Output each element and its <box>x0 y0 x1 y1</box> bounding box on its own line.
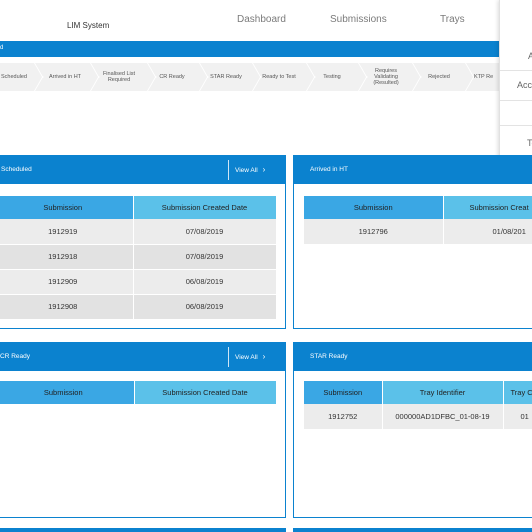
created-date-cell: 06/08/2019 <box>133 294 277 320</box>
view-all-button[interactable]: View All › <box>228 160 265 180</box>
cr-ready-panel: CR Ready View All › Submission Submission… <box>0 342 286 518</box>
star-ready-table: Submission Tray Identifier Tray C 191275… <box>304 381 532 430</box>
table-row[interactable]: 1912919 07/08/2019 <box>0 219 277 245</box>
column-header-submission[interactable]: Submission <box>0 381 135 404</box>
submission-cell[interactable]: 1912909 <box>0 269 134 295</box>
table-row[interactable]: 1912918 07/08/2019 <box>0 244 277 270</box>
view-all-label: View All <box>235 167 258 174</box>
dropdown-item[interactable]: Acc <box>517 80 532 90</box>
view-all-button[interactable]: View All › <box>228 347 265 367</box>
step-cr-ready[interactable]: CR Ready <box>153 63 191 91</box>
scheduled-table: Submission Submission Created Date 19129… <box>0 196 277 320</box>
column-header-created-date[interactable]: Submission Creat <box>443 196 532 219</box>
column-header-created-date[interactable]: Submission Created Date <box>134 381 277 404</box>
created-date-cell: 06/08/2019 <box>133 269 277 295</box>
table-row[interactable]: 1912796 01/08/201 <box>304 219 532 245</box>
top-navigation: LIM System Dashboard Submissions Trays <box>0 0 532 41</box>
dropdown-item[interactable]: A <box>528 51 532 61</box>
created-date-cell: 07/08/2019 <box>133 244 277 270</box>
step-requires-validating[interactable]: Requires Validating (Resulted) <box>364 63 408 91</box>
step-scheduled[interactable]: Scheduled <box>0 63 32 91</box>
table-header-row: Submission Submission Created Date <box>0 381 277 404</box>
panel-header: CR Ready View All › <box>0 343 285 371</box>
dropdown-item[interactable]: Te <box>527 138 532 148</box>
panel-title: Arrived in HT <box>310 166 348 173</box>
nav-submissions[interactable]: Submissions <box>330 14 387 25</box>
tray-identifier-cell: 000000AD1DFBC_01-08-19 <box>382 404 504 430</box>
lim-dashboard-page: LIM System Dashboard Submissions Trays d… <box>0 0 532 532</box>
panel-title: Scheduled <box>1 166 32 173</box>
table-header-row: Submission Submission Creat <box>304 196 532 219</box>
step-star-ready[interactable]: STAR Ready <box>204 63 248 91</box>
dropdown-divider <box>500 100 532 101</box>
cr-ready-table: Submission Submission Created Date <box>0 381 277 404</box>
step-testing[interactable]: Testing <box>312 63 352 91</box>
step-arrived-in-ht[interactable]: Arrived in HT <box>42 63 88 91</box>
submission-cell[interactable]: 1912752 <box>304 404 383 430</box>
table-row[interactable]: 1912908 06/08/2019 <box>0 294 277 320</box>
table-row[interactable]: 1912909 06/08/2019 <box>0 269 277 295</box>
step-finalised-list-required[interactable]: Finalised List Required <box>98 63 140 91</box>
arrived-in-ht-panel: Arrived in HT Submission Submission Crea… <box>293 155 532 329</box>
created-date-cell: 01/08/201 <box>443 219 532 245</box>
column-header-tray[interactable]: Tray C <box>503 381 532 404</box>
dropdown-divider <box>500 125 532 126</box>
next-panel-header <box>293 528 532 532</box>
table-row[interactable]: 1912752 000000AD1DFBC_01-08-19 01 <box>304 404 532 430</box>
nav-trays[interactable]: Trays <box>440 14 465 25</box>
submission-cell[interactable]: 1912919 <box>0 219 134 245</box>
panel-title: STAR Ready <box>310 353 348 360</box>
app-title[interactable]: LIM System <box>67 21 109 30</box>
panel-title: CR Ready <box>0 353 30 360</box>
column-header-submission[interactable]: Submission <box>304 381 383 404</box>
chevron-right-icon: › <box>262 352 266 361</box>
column-header-submission[interactable]: Submission <box>304 196 444 219</box>
arrived-table: Submission Submission Creat 1912796 01/0… <box>304 196 532 245</box>
user-dropdown-menu: A Acc Te <box>499 0 532 158</box>
column-header-created-date[interactable]: Submission Created Date <box>133 196 277 219</box>
submission-cell[interactable]: 1912796 <box>304 219 444 245</box>
step-divider <box>90 63 98 91</box>
table-header-row: Submission Tray Identifier Tray C <box>304 381 532 404</box>
step-rejected[interactable]: Rejected <box>418 63 460 91</box>
page-banner: d <box>0 41 532 57</box>
column-header-tray-identifier[interactable]: Tray Identifier <box>382 381 504 404</box>
panel-header: STAR Ready <box>294 343 532 371</box>
panel-header: Arrived in HT <box>294 156 532 184</box>
page-banner-label: d <box>0 45 4 51</box>
next-panel-header <box>0 528 286 532</box>
column-header-submission[interactable]: Submission <box>0 196 134 219</box>
submission-cell[interactable]: 1912918 <box>0 244 134 270</box>
nav-dashboard[interactable]: Dashboard <box>237 14 286 25</box>
step-divider <box>465 63 473 91</box>
tray-cell: 01 <box>503 404 532 430</box>
created-date-cell: 07/08/2019 <box>133 219 277 245</box>
table-header-row: Submission Submission Created Date <box>0 196 277 219</box>
scheduled-panel: Scheduled View All › Submission Submissio… <box>0 155 286 329</box>
step-divider <box>34 63 42 91</box>
view-all-label: View All <box>235 354 258 361</box>
panel-header: Scheduled View All › <box>0 156 285 184</box>
workflow-steps: Scheduled Arrived in HT Finalised List R… <box>0 63 532 91</box>
submission-cell[interactable]: 1912908 <box>0 294 134 320</box>
step-ready-to-test[interactable]: Ready to Test <box>256 63 302 91</box>
chevron-right-icon: › <box>262 165 266 174</box>
star-ready-panel: STAR Ready Submission Tray Identifier Tr… <box>293 342 532 518</box>
dropdown-divider <box>500 70 532 71</box>
